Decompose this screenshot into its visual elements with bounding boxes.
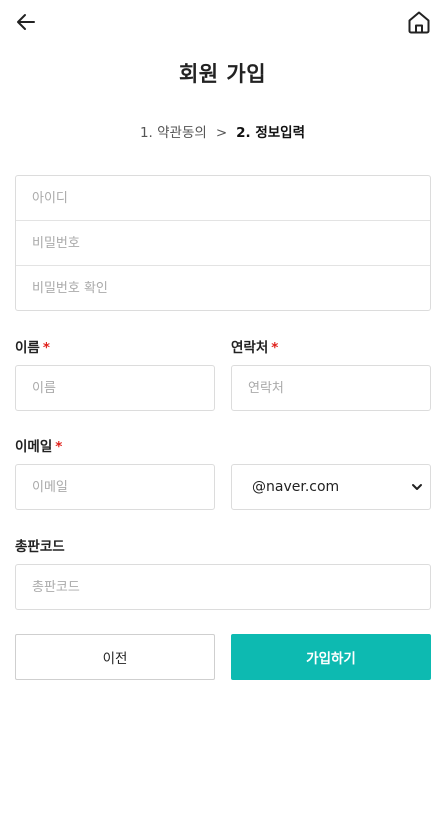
contact-field <box>231 365 431 411</box>
required-mark: * <box>271 340 279 356</box>
top-bar <box>0 0 445 44</box>
back-button[interactable] <box>14 10 38 34</box>
page-title: 회원 가입 <box>178 62 267 86</box>
password-row <box>16 221 430 266</box>
name-label: 이름 * <box>15 336 50 356</box>
name-input[interactable] <box>32 380 214 396</box>
home-icon <box>408 11 430 34</box>
contact-label-text: 연락처 <box>231 340 269 356</box>
password-input[interactable] <box>32 235 430 251</box>
password-confirm-row <box>16 266 430 310</box>
distributor-field <box>15 564 431 610</box>
prev-button[interactable]: 이전 <box>15 634 215 680</box>
email-field <box>15 464 215 510</box>
step-info-input: 2. 정보입력 <box>236 125 306 141</box>
email-label-text: 이메일 <box>15 439 53 455</box>
account-field-group <box>15 175 431 311</box>
id-row <box>16 176 430 221</box>
contact-input[interactable] <box>248 380 430 396</box>
contact-label: 연락처 * <box>231 336 278 356</box>
email-label: 이메일 * <box>15 435 62 455</box>
name-field <box>15 365 215 411</box>
chevron-down-icon <box>412 484 422 490</box>
password-confirm-input[interactable] <box>32 280 430 296</box>
step-separator: > <box>215 125 228 141</box>
email-input[interactable] <box>32 479 214 495</box>
home-button[interactable] <box>406 9 432 35</box>
join-button[interactable]: 가입하기 <box>231 634 431 680</box>
arrow-left-icon <box>17 14 35 30</box>
email-domain-value: @naver.com <box>252 479 340 495</box>
distributor-label: 총판코드 <box>15 539 65 555</box>
step-agree: 1. 약관동의 <box>139 125 207 141</box>
email-domain-select[interactable]: @naver.com <box>231 464 431 510</box>
id-input[interactable] <box>32 190 430 206</box>
step-indicator: 1. 약관동의 >2. 정보입력 <box>0 121 445 141</box>
distributor-code-input[interactable] <box>32 579 430 595</box>
required-mark: * <box>42 340 50 356</box>
required-mark: * <box>55 439 63 455</box>
name-label-text: 이름 <box>15 340 40 356</box>
